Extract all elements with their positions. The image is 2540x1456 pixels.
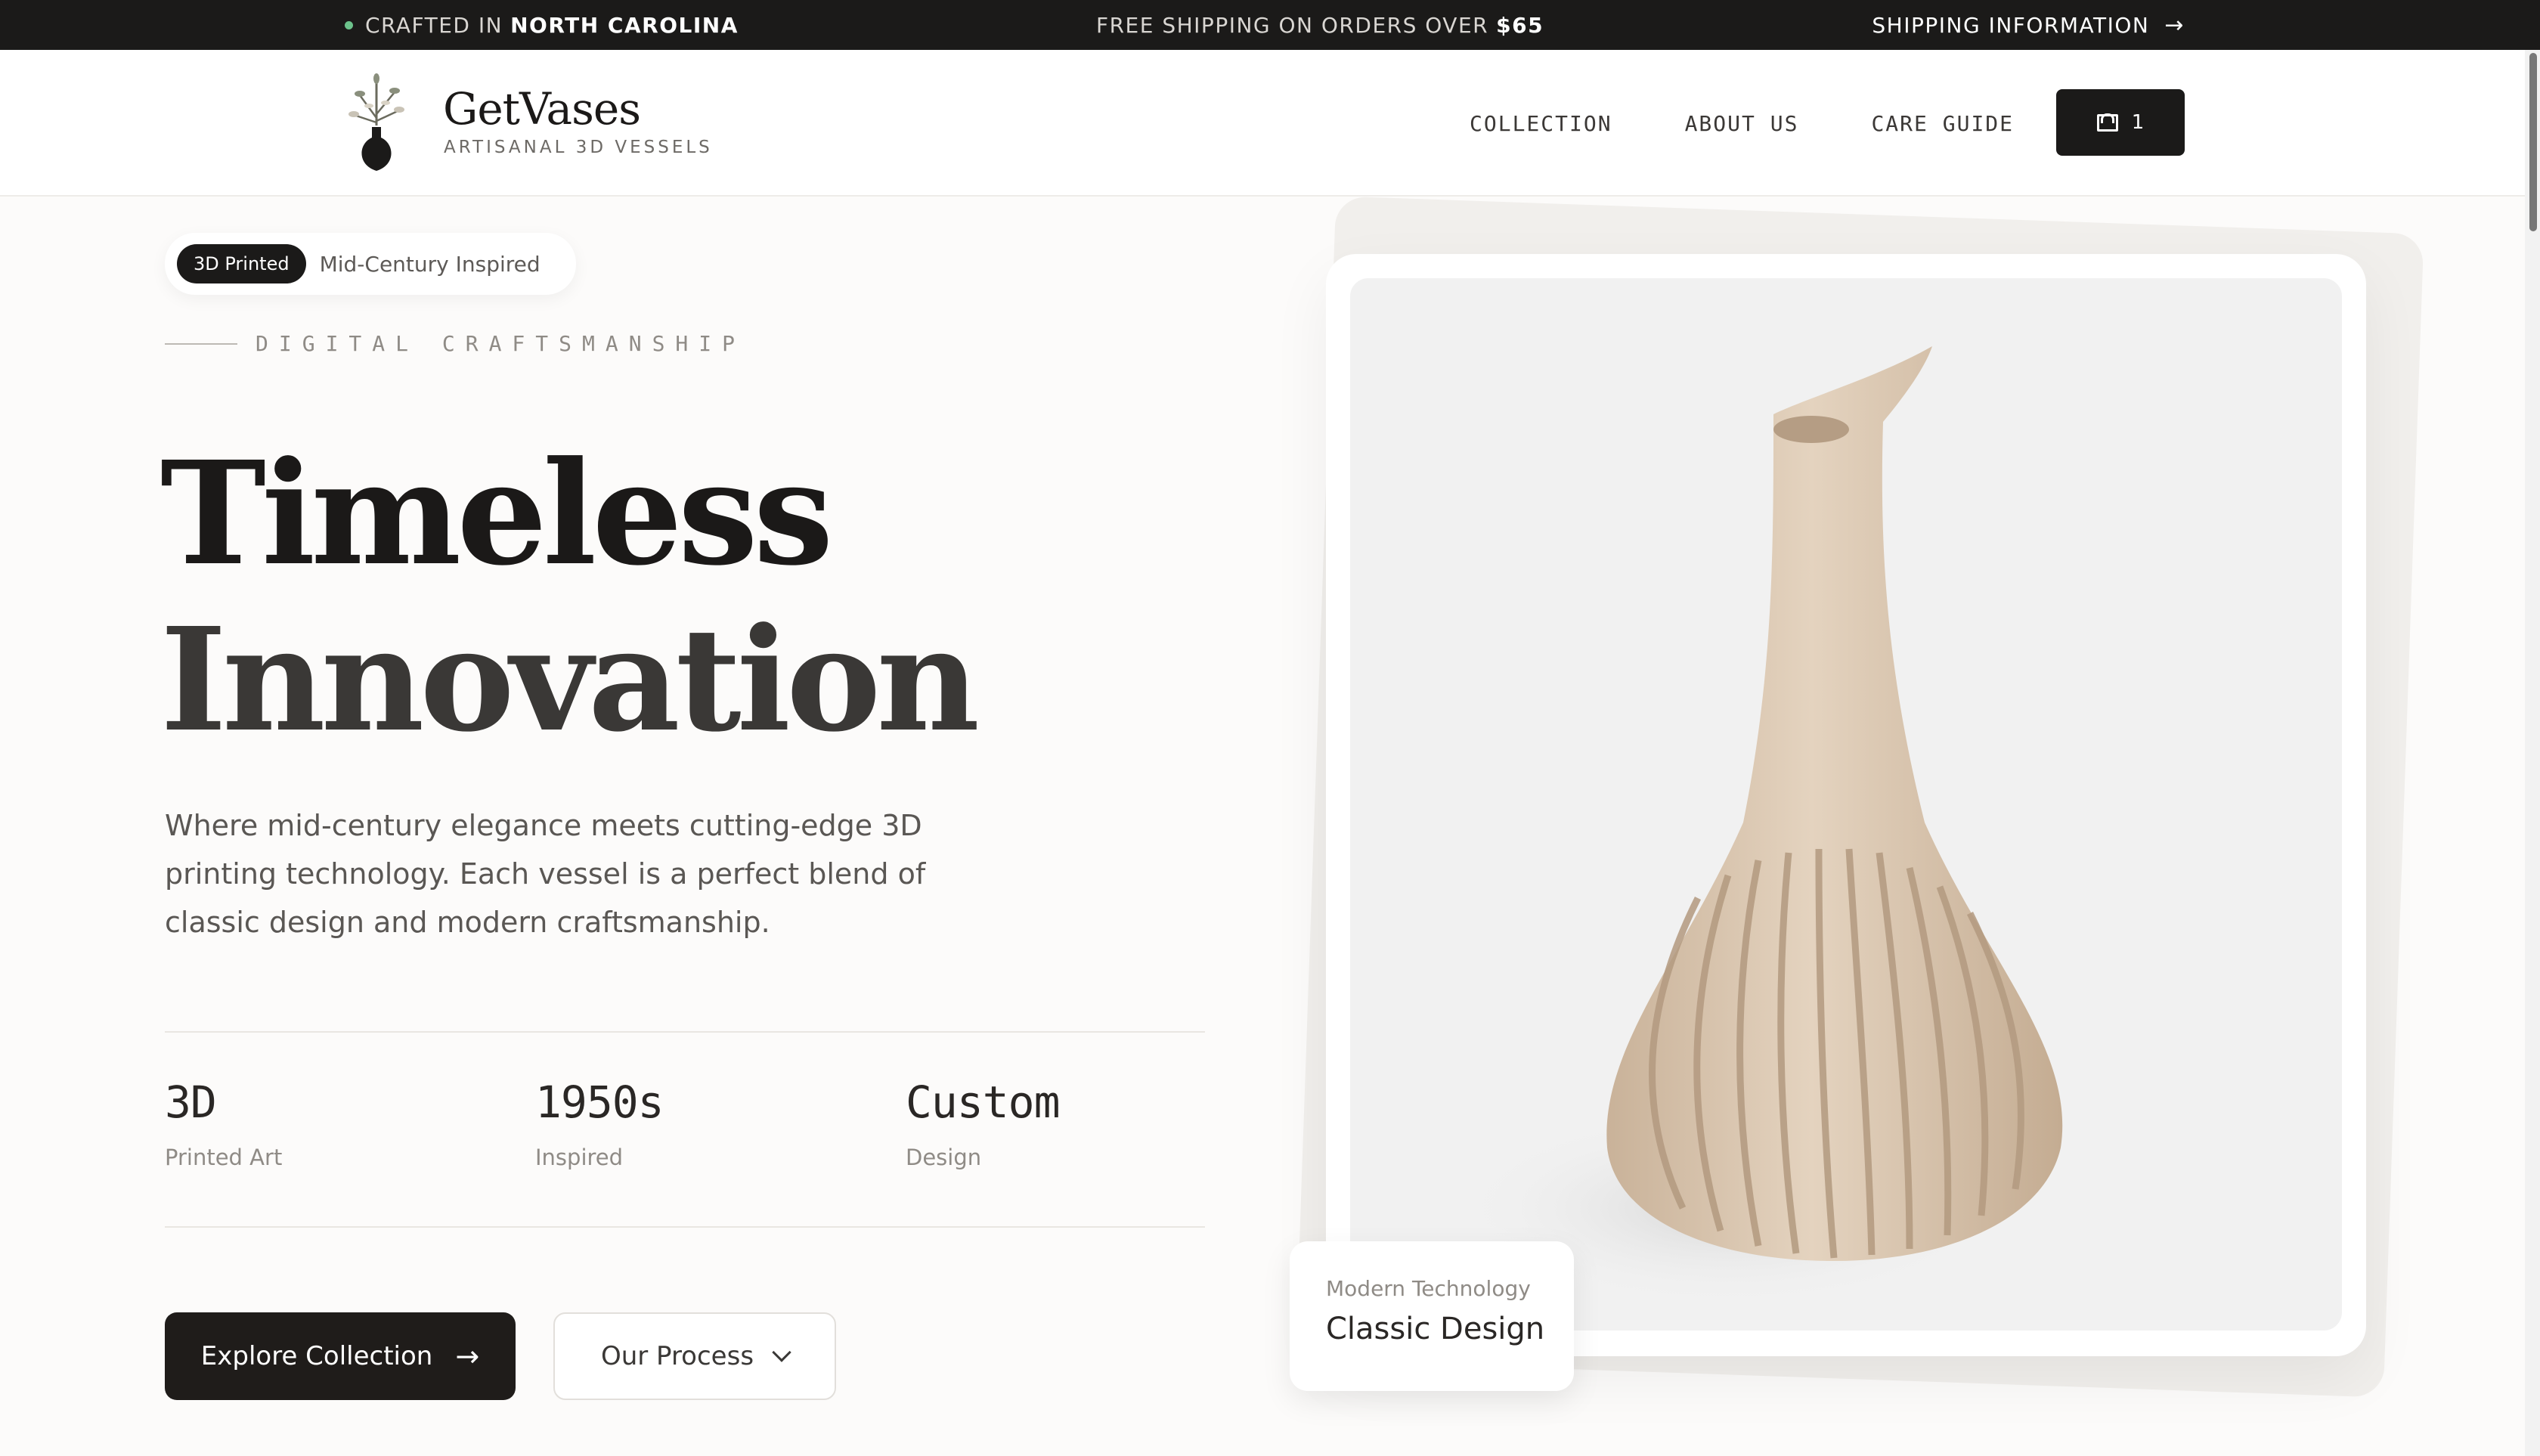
scrollbar-thumb[interactable]	[2529, 53, 2537, 231]
arrow-right-icon: →	[455, 1340, 480, 1373]
nav-item-about-us[interactable]: ABOUT US	[1685, 111, 1799, 136]
our-process-label: Our Process	[600, 1341, 754, 1371]
announcement-bar: CRAFTED IN NORTH CAROLINA FREE SHIPPING …	[0, 0, 2540, 50]
site-header: GetVases ARTISANAL 3D VESSELS COLLECTION…	[0, 50, 2525, 197]
badge-mid-century: Mid-Century Inspired	[319, 251, 541, 277]
eyebrow-text: DIGITAL CRAFTSMANSHIP	[256, 331, 746, 356]
brand-name[interactable]: GetVases	[443, 83, 641, 135]
our-process-button[interactable]: Our Process	[553, 1312, 836, 1400]
cart-button[interactable]: 1	[2056, 89, 2185, 156]
crafted-prefix: CRAFTED IN	[365, 12, 503, 38]
stat-3d: 3D Printed Art	[165, 1077, 282, 1170]
shipping-amount: $65	[1496, 12, 1544, 38]
main-nav: COLLECTION ABOUT US CARE GUIDE	[1470, 50, 2014, 197]
shopping-bag-icon	[2096, 113, 2118, 132]
explore-collection-button[interactable]: Explore Collection →	[165, 1312, 516, 1400]
stat-1950s: 1950s Inspired	[535, 1077, 664, 1170]
vase-product-image[interactable]	[1350, 278, 2342, 1331]
stats-divider-bottom	[165, 1226, 1205, 1228]
crafted-location: NORTH CAROLINA	[510, 12, 739, 38]
hero-title-line-2: Innovation	[160, 596, 980, 764]
free-shipping-text: FREE SHIPPING ON ORDERS OVER $65	[1096, 0, 1544, 50]
explore-collection-label: Explore Collection	[200, 1341, 433, 1371]
stat-label: Printed Art	[165, 1145, 283, 1170]
badge-3d-printed: 3D Printed	[177, 244, 306, 283]
arrow-right-icon: →	[2164, 11, 2185, 39]
cart-count: 1	[2131, 111, 2145, 134]
feature-card-title: Classic Design	[1326, 1312, 1545, 1346]
hero-title: Timeless Innovation	[160, 430, 980, 764]
shipping-information-link[interactable]: SHIPPING INFORMATION →	[1872, 0, 2185, 50]
stat-label: Inspired	[535, 1145, 624, 1170]
hero-eyebrow: DIGITAL CRAFTSMANSHIP	[165, 331, 745, 356]
shipping-prefix: FREE SHIPPING ON ORDERS OVER	[1096, 12, 1489, 38]
status-dot-icon	[345, 20, 353, 29]
chevron-down-icon	[772, 1343, 791, 1362]
nav-item-care-guide[interactable]: CARE GUIDE	[1871, 111, 2014, 136]
brand-tagline: ARTISANAL 3D VESSELS	[444, 138, 713, 157]
hero-badge: 3D Printed Mid-Century Inspired	[165, 233, 576, 295]
hero-title-line-1: Timeless	[160, 430, 834, 597]
scrollbar-track[interactable]	[2525, 50, 2540, 1456]
feature-card: Modern Technology Classic Design	[1290, 1241, 1574, 1391]
fluted-vase-illustration	[1456, 346, 2063, 1306]
feature-card-subtitle: Modern Technology	[1326, 1276, 1531, 1301]
stats-divider-top	[165, 1031, 1205, 1033]
crafted-in-text: CRAFTED IN NORTH CAROLINA	[345, 0, 739, 50]
stat-custom: Custom Design	[906, 1077, 1061, 1170]
stat-value: 1950s	[535, 1077, 664, 1128]
stat-value: Custom	[906, 1077, 1061, 1128]
stat-label: Design	[906, 1145, 982, 1170]
eyebrow-divider	[165, 342, 237, 345]
vase-with-branches-icon[interactable]	[346, 73, 407, 174]
shipping-information-label: SHIPPING INFORMATION	[1872, 12, 2150, 38]
nav-item-collection[interactable]: COLLECTION	[1470, 111, 1612, 136]
hero-description: Where mid-century elegance meets cutting…	[165, 809, 926, 939]
stat-value: 3D	[165, 1077, 217, 1128]
